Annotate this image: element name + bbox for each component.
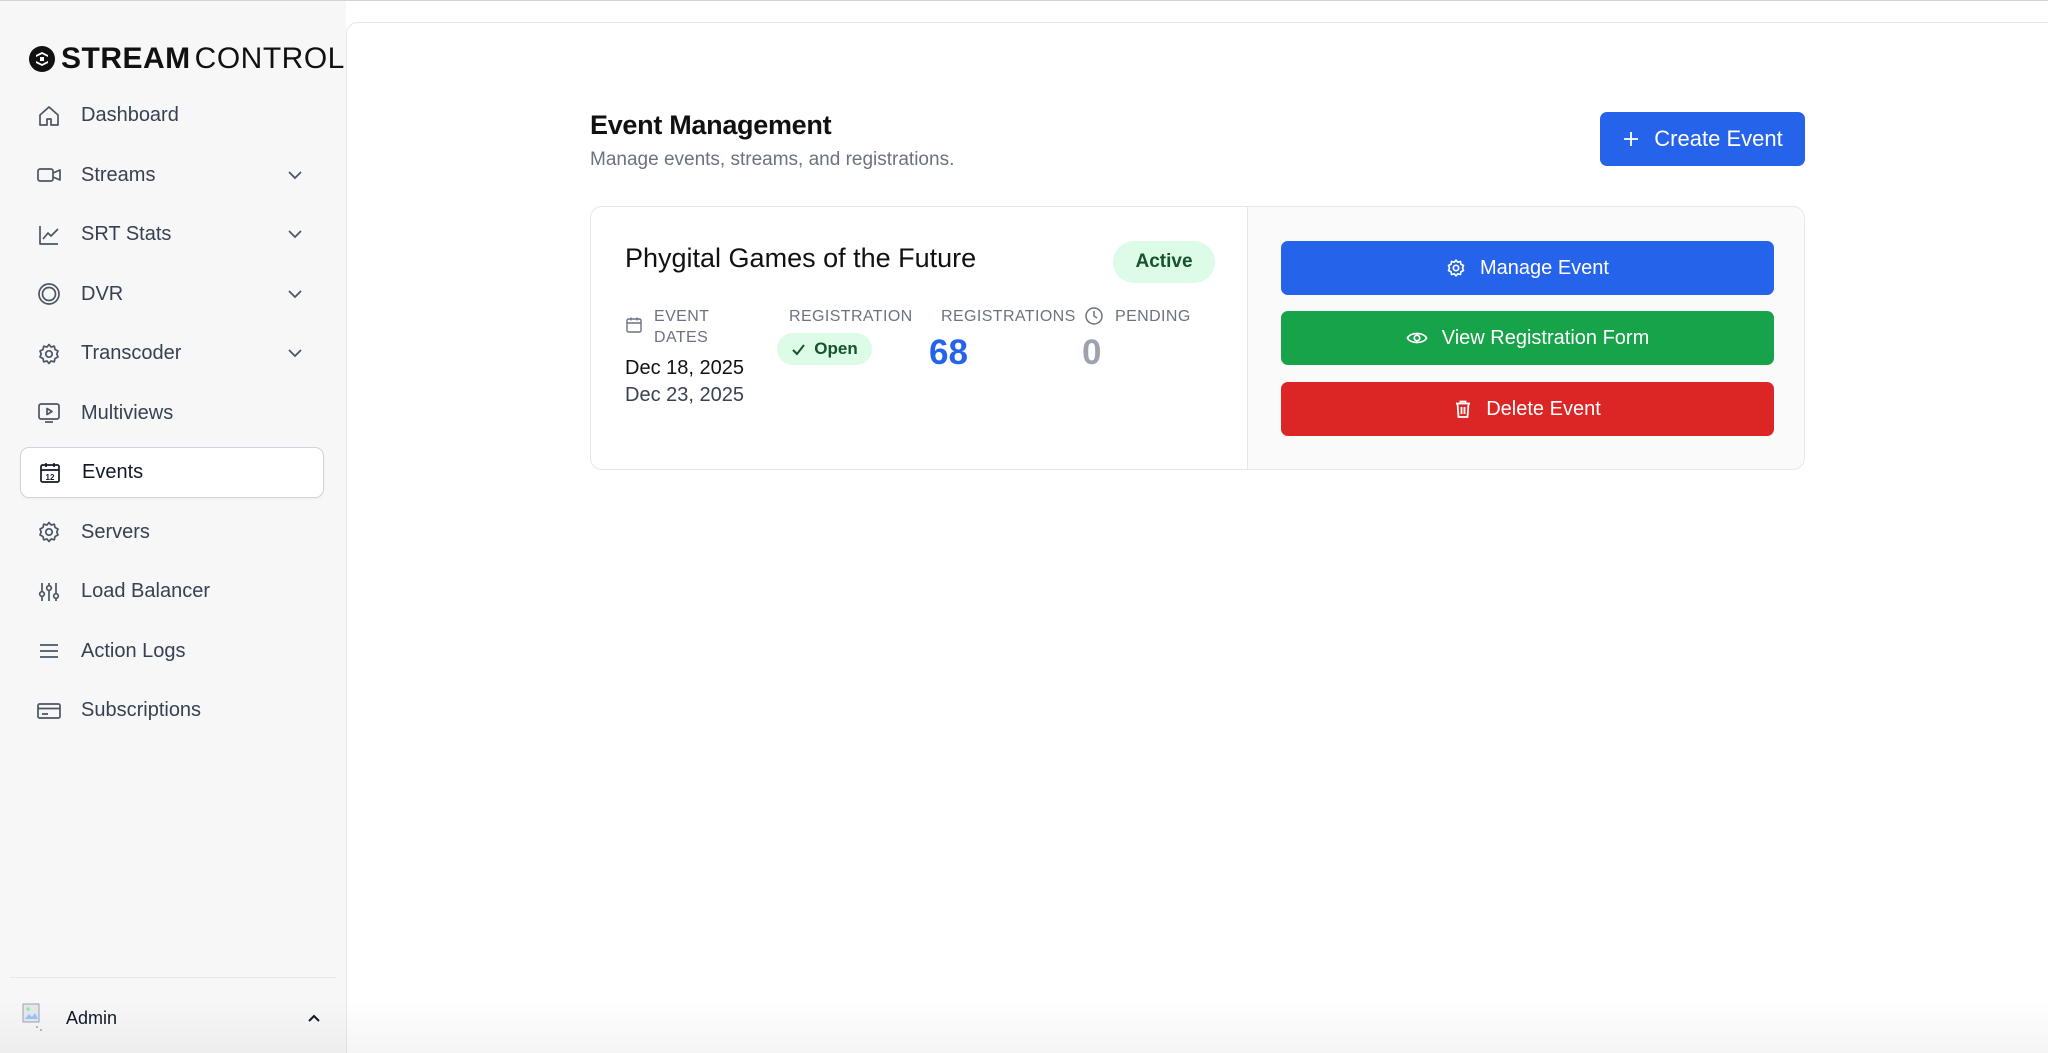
brand-logo[interactable]: STREAM CONTROL — [27, 41, 345, 77]
create-event-label: Create Event — [1654, 126, 1783, 151]
sidebar-item-servers[interactable]: Servers — [20, 507, 324, 558]
sidebar-item-events[interactable]: 12 Events — [20, 447, 324, 498]
video-camera-icon — [36, 162, 62, 188]
sidebar: STREAM CONTROL Dashboard Streams SRT Stat… — [0, 1, 346, 1053]
chevron-down-icon[interactable] — [286, 225, 304, 243]
sidebar-item-transcoder[interactable]: Transcoder — [20, 328, 324, 379]
gear-icon — [1447, 259, 1465, 277]
svg-text:12: 12 — [46, 473, 55, 482]
chevron-down-icon[interactable] — [286, 344, 304, 362]
sidebar-item-label: Multiviews — [81, 401, 174, 424]
sidebar-divider — [10, 977, 336, 978]
eye-icon — [1406, 332, 1428, 344]
sliders-icon — [36, 579, 62, 605]
sidebar-item-label: Dashboard — [81, 104, 179, 126]
registration-status-badge: Open — [777, 333, 872, 365]
record-circle-icon — [36, 281, 62, 307]
trash-icon — [1456, 400, 1471, 418]
delete-event-label: Delete Event — [1486, 397, 1601, 420]
credit-card-icon — [36, 698, 62, 724]
sidebar-item-load-balancer[interactable]: Load Balancer — [20, 566, 324, 617]
sidebar-item-multiviews[interactable]: Multiviews — [20, 388, 324, 439]
list-icon — [36, 638, 62, 664]
registration-status-text: Open — [814, 339, 858, 358]
check-icon — [792, 343, 806, 356]
sidebar-item-dashboard[interactable]: Dashboard — [20, 90, 324, 141]
sidebar-item-subscriptions[interactable]: Subscriptions — [20, 685, 324, 736]
sidebar-nav: Dashboard Streams SRT Stats DVR Transcod… — [20, 90, 324, 745]
plus-icon — [1624, 132, 1639, 146]
logo-mark-icon — [29, 46, 55, 72]
line-chart-icon — [36, 222, 62, 248]
broken-image-icon — [22, 1003, 42, 1031]
clock-icon — [1085, 307, 1103, 325]
sidebar-item-label: Servers — [81, 520, 150, 543]
status-badge: Active — [1113, 241, 1215, 283]
event-end-date: Dec 23, 2025 — [625, 384, 744, 406]
sidebar-item-streams[interactable]: Streams — [20, 150, 324, 201]
chevron-down-icon[interactable] — [286, 166, 304, 184]
home-icon — [36, 103, 62, 129]
sidebar-item-label: Transcoder — [81, 342, 182, 364]
sidebar-item-label: SRT Stats — [81, 223, 172, 245]
main-content — [346, 22, 2048, 1053]
manage-event-button[interactable]: Manage Event — [1281, 241, 1774, 295]
registrations-label: REGISTRATIONS — [941, 308, 1076, 325]
gear-icon — [36, 341, 62, 367]
gear-icon — [36, 519, 62, 545]
sidebar-item-action-logs[interactable]: Action Logs — [20, 626, 324, 677]
sidebar-item-label: DVR — [81, 282, 124, 305]
page-subtitle: Manage events, streams, and registration… — [590, 149, 955, 170]
event-start-date: Dec 18, 2025 — [625, 357, 744, 379]
user-menu[interactable]: Admin — [22, 1000, 322, 1036]
view-registration-form-label: View Registration Form — [1441, 326, 1650, 349]
delete-event-button[interactable]: Delete Event — [1281, 382, 1774, 436]
event-dates-label: EVENT DATES — [654, 308, 710, 346]
registration-label: REGISTRATION — [789, 308, 913, 325]
sidebar-item-label: Load Balancer — [81, 580, 210, 602]
sidebar-item-label: Events — [82, 461, 144, 483]
create-event-button[interactable]: Create Event — [1600, 112, 1805, 166]
manage-event-label: Manage Event — [1480, 256, 1609, 279]
calendar-icon — [626, 317, 642, 333]
brand-name-light: CONTROL — [194, 42, 345, 75]
calendar-icon: 12 — [37, 460, 63, 486]
pending-label: PENDING — [1115, 308, 1191, 325]
event-card: Phygital Games of the Future Active EVEN… — [590, 206, 1805, 470]
chevron-up-icon[interactable] — [306, 1010, 322, 1026]
monitor-play-icon — [36, 400, 62, 426]
sidebar-item-label: Action Logs — [81, 639, 186, 662]
page-title: Event Management — [590, 110, 832, 140]
chevron-down-icon[interactable] — [286, 285, 304, 303]
brand-name-bold: STREAM — [61, 42, 191, 75]
registrations-count: 68 — [929, 333, 968, 372]
view-registration-form-button[interactable]: View Registration Form — [1281, 311, 1774, 365]
pending-count: 0 — [1082, 333, 1102, 372]
sidebar-item-srt-stats[interactable]: SRT Stats — [20, 209, 324, 260]
user-name: Admin — [66, 1007, 118, 1028]
avatar — [22, 1003, 46, 1033]
event-actions-panel: Manage Event View Registration Form Dele… — [1247, 207, 1804, 469]
sidebar-item-dvr[interactable]: DVR — [20, 269, 324, 320]
event-name: Phygital Games of the Future — [625, 243, 977, 273]
sidebar-item-label: Streams — [81, 163, 156, 186]
sidebar-item-label: Subscriptions — [81, 699, 202, 721]
